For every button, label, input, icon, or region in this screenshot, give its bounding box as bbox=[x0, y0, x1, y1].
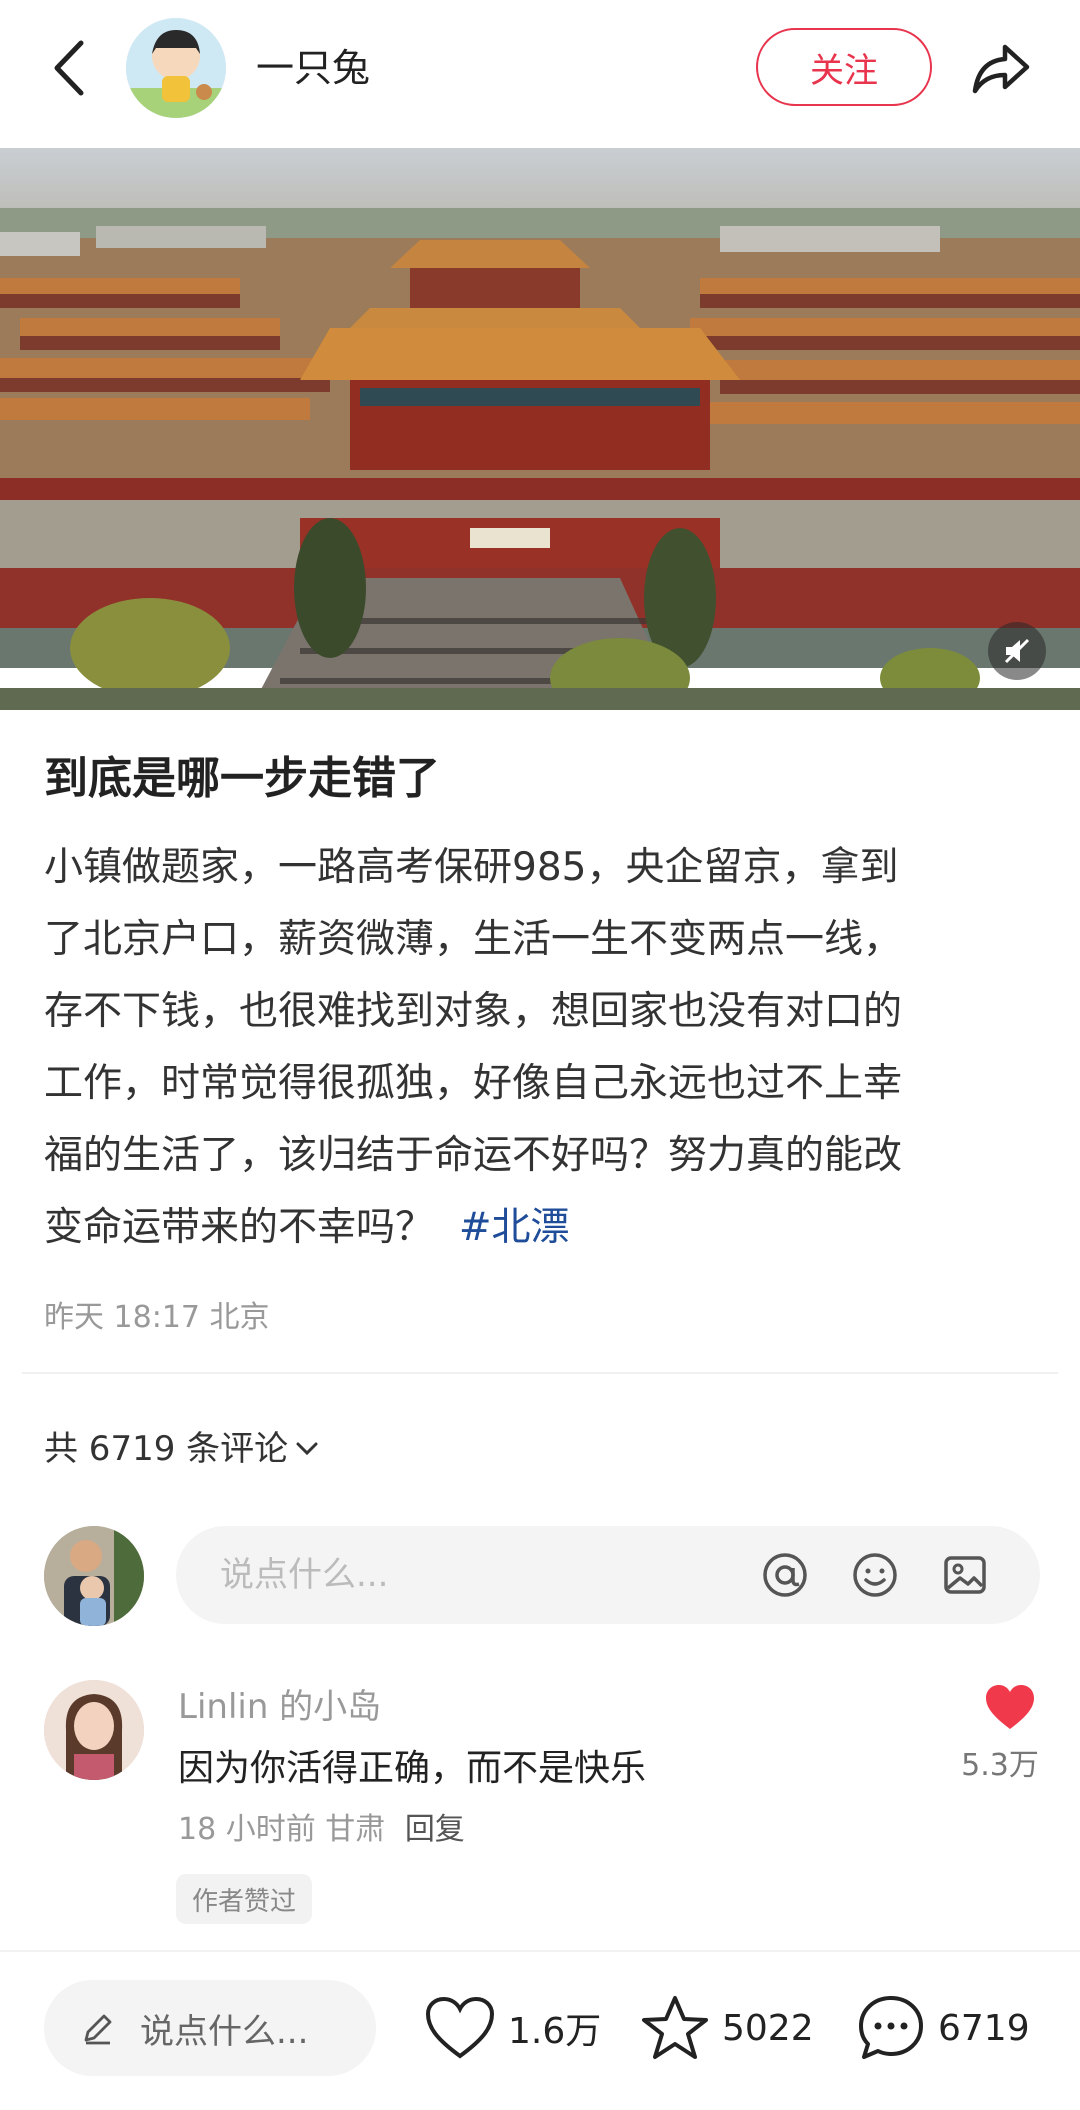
reply-button[interactable]: 回复 bbox=[405, 1812, 465, 1847]
divider bbox=[22, 1372, 1058, 1374]
post-body-line: 福的生活了，该归结于命运不好吗？努力真的能改 bbox=[44, 1133, 903, 1178]
bottom-comment-input[interactable]: 说点什么... bbox=[44, 1980, 376, 2076]
collect-button[interactable]: 5022 bbox=[640, 1988, 814, 2068]
emoji-button[interactable] bbox=[848, 1548, 902, 1602]
author-avatar[interactable] bbox=[126, 18, 226, 118]
forbidden-city-photo bbox=[0, 148, 1080, 710]
comment-input[interactable]: 说点什么... bbox=[176, 1526, 1040, 1624]
commenter-avatar[interactable] bbox=[44, 1680, 144, 1780]
comment-location: 甘肃 bbox=[325, 1812, 386, 1847]
collect-count: 5022 bbox=[722, 2007, 814, 2049]
comment-like-count: 5.3万 bbox=[961, 1748, 1039, 1783]
at-icon bbox=[763, 1553, 807, 1597]
star-icon bbox=[642, 1996, 708, 2059]
comment-count: 6719 bbox=[938, 2007, 1030, 2049]
commenter-avatar-image bbox=[44, 1680, 144, 1780]
post-body-line: 了北京户口，薪资微薄，生活一生不变两点一线， bbox=[44, 917, 903, 962]
post-body-last-line: 变命运带来的不幸吗？ #北漂 bbox=[44, 1192, 1044, 1264]
current-user-avatar-image bbox=[44, 1526, 144, 1626]
current-user-avatar bbox=[44, 1526, 144, 1626]
comment-time: 18 小时前 bbox=[178, 1812, 316, 1847]
image-icon bbox=[944, 1556, 986, 1594]
image-button[interactable] bbox=[938, 1548, 992, 1602]
bottom-input-placeholder: 说点什么... bbox=[140, 2011, 309, 2052]
hashtag-link[interactable]: #北漂 bbox=[459, 1205, 570, 1250]
comment-text[interactable]: 因为你活得正确，而不是快乐 bbox=[178, 1742, 646, 1796]
post-body: 小镇做题家，一路高考保研985，央企留京，拿到 了北京户口，薪资微薄，生活一生不… bbox=[44, 832, 1044, 1264]
emoji-icon bbox=[853, 1553, 897, 1597]
comment-like-button[interactable] bbox=[984, 1684, 1036, 1732]
post-body-line: 工作，时常觉得很孤独，好像自己永远也过不上幸 bbox=[44, 1061, 903, 1106]
heart-icon bbox=[425, 1996, 495, 2059]
like-count: 1.6万 bbox=[508, 2011, 602, 2052]
comment-count-toggle[interactable]: 共 6719 条评论 bbox=[44, 1424, 318, 1474]
heart-filled-icon bbox=[986, 1685, 1034, 1729]
like-button[interactable]: 1.6万 bbox=[424, 1988, 601, 2068]
pen-icon bbox=[78, 2008, 118, 2048]
author-avatar-image bbox=[126, 18, 226, 118]
share-button[interactable] bbox=[966, 34, 1036, 104]
comments-button[interactable]: 6719 bbox=[856, 1988, 1030, 2068]
comment-meta: 18 小时前 甘肃 回复 bbox=[178, 1808, 465, 1852]
comment-input-placeholder: 说点什么... bbox=[220, 1555, 389, 1595]
share-icon bbox=[972, 44, 1030, 94]
mute-button[interactable] bbox=[988, 622, 1046, 680]
chat-bubble-icon bbox=[859, 1996, 923, 2059]
post-image[interactable] bbox=[0, 148, 1080, 710]
back-button[interactable] bbox=[40, 30, 96, 106]
mention-button[interactable] bbox=[758, 1548, 812, 1602]
commenter-name[interactable]: Linlin 的小岛 bbox=[178, 1680, 381, 1734]
post-title: 到底是哪一步走错了 bbox=[44, 753, 440, 804]
top-bar: 一只兔 关注 bbox=[0, 0, 1080, 148]
comment-count-label: 共 6719 条评论 bbox=[44, 1429, 289, 1469]
bottom-action-bar: 说点什么... 1.6万 5022 6719 bbox=[0, 1950, 1080, 2110]
post-body-line: 变命运带来的不幸吗？ bbox=[44, 1205, 435, 1250]
follow-button[interactable]: 关注 bbox=[756, 28, 932, 106]
mute-icon bbox=[1004, 638, 1030, 664]
post-meta: 昨天 18:17 北京 bbox=[44, 1300, 270, 1335]
chevron-down-icon bbox=[296, 1442, 318, 1456]
author-name[interactable]: 一只兔 bbox=[256, 40, 370, 96]
post-body-line: 小镇做题家，一路高考保研985，央企留京，拿到 bbox=[44, 845, 899, 890]
post-body-line: 存不下钱，也很难找到对象，想回家也没有对口的 bbox=[44, 989, 903, 1034]
back-icon bbox=[54, 40, 84, 96]
author-liked-badge: 作者赞过 bbox=[176, 1874, 313, 1924]
